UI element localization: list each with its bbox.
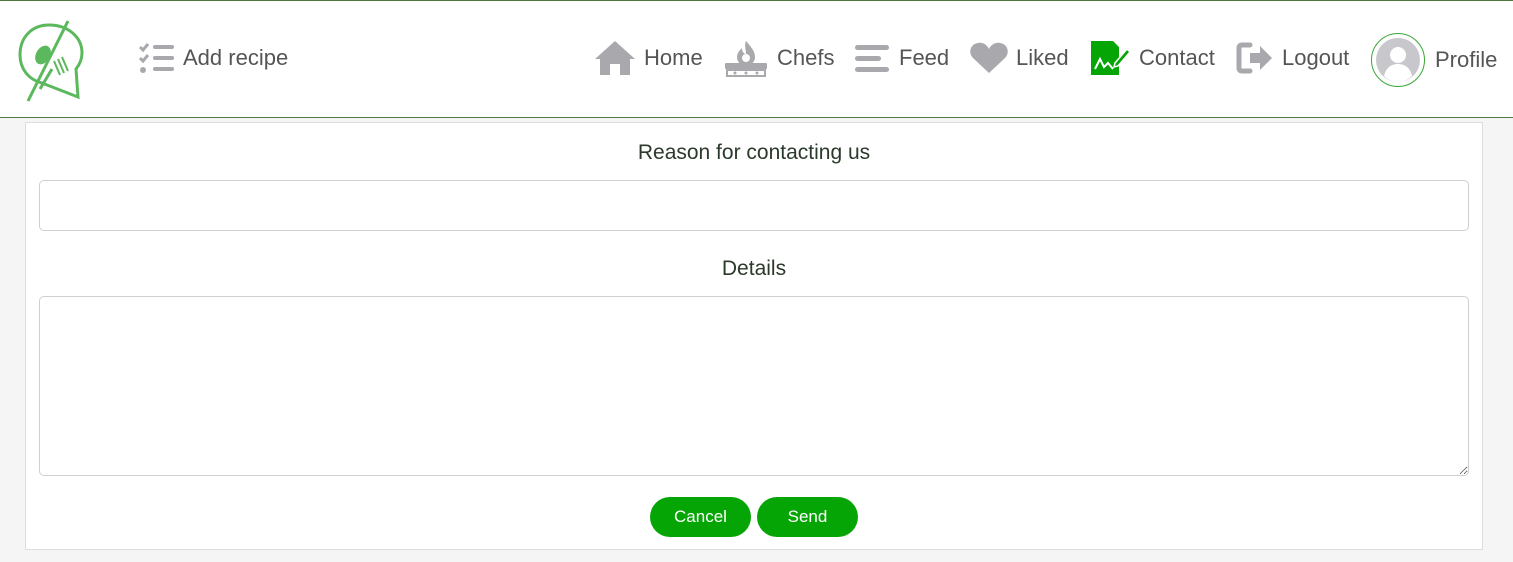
- heart-icon: [970, 42, 1008, 74]
- nav-contact[interactable]: Contact: [1089, 39, 1215, 77]
- checklist-icon: [138, 42, 175, 74]
- nav-liked[interactable]: Liked: [970, 39, 1069, 77]
- nav-logout[interactable]: Logout: [1236, 39, 1349, 77]
- nav-add-recipe[interactable]: Add recipe: [138, 39, 288, 77]
- nav-liked-label: Liked: [1016, 45, 1069, 70]
- nav-contact-label: Contact: [1139, 45, 1215, 70]
- nav-home[interactable]: Home: [594, 39, 703, 77]
- nav-feed-label: Feed: [899, 45, 950, 70]
- menu-lines-icon: [855, 43, 891, 73]
- nav-chefs-label: Chefs: [777, 45, 835, 70]
- reason-input[interactable]: [39, 180, 1469, 231]
- contact-form-card: Reason for contacting us Details Cancel …: [25, 122, 1483, 550]
- nav-home-label: Home: [644, 45, 703, 70]
- nav-chefs[interactable]: Chefs: [723, 39, 834, 77]
- nav-add-recipe-label: Add recipe: [183, 45, 289, 70]
- nav-logout-label: Logout: [1282, 45, 1350, 70]
- logo-icon[interactable]: [16, 17, 84, 103]
- stove-icon: [723, 39, 769, 77]
- nav-profile[interactable]: Profile: [1371, 32, 1497, 88]
- logout-icon: [1236, 41, 1274, 75]
- details-label: Details: [721, 257, 787, 280]
- navbar: Add recipe Home Chefs Feed Liked Contact…: [0, 0, 1513, 118]
- nav-profile-label: Profile: [1435, 47, 1498, 72]
- user-avatar-icon: [1371, 33, 1425, 87]
- cancel-button[interactable]: Cancel: [650, 497, 751, 537]
- send-button[interactable]: Send: [757, 497, 858, 537]
- details-textarea[interactable]: [39, 296, 1469, 476]
- home-icon: [594, 40, 636, 76]
- reason-label: Reason for contacting us: [637, 141, 871, 164]
- nav-feed[interactable]: Feed: [855, 39, 949, 77]
- contact-form-icon: [1089, 39, 1131, 77]
